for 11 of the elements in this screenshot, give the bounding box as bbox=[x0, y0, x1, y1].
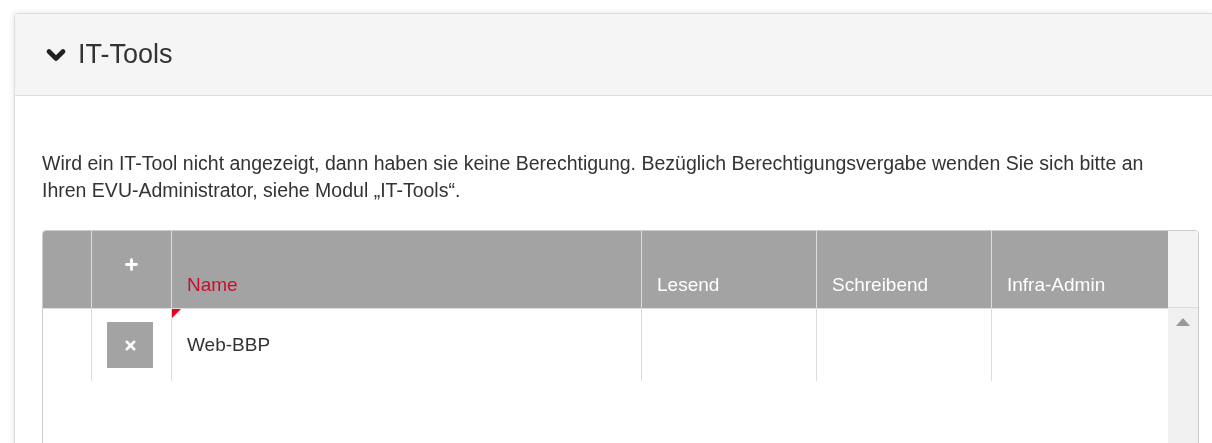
name-text: Web-BBP bbox=[187, 334, 271, 356]
column-header[interactable]: Lesend bbox=[641, 231, 816, 308]
scroll-up-icon[interactable] bbox=[1176, 318, 1190, 326]
notice-text: Wird ein IT-Tool nicht angezeigt, dann haben sie keine Berechtigung. Bezüglich Berechtigungsvergabe wenden Sie sich bitte an Ihren EVU-Administrator, siehe Modul „IT-Tools“. bbox=[42, 151, 1145, 203]
add-icon[interactable] bbox=[123, 256, 140, 273]
scrollbar[interactable] bbox=[1168, 308, 1198, 443]
delete-button[interactable] bbox=[107, 322, 153, 368]
column-header[interactable]: Name bbox=[171, 231, 641, 308]
panel-title: IT-Tools bbox=[78, 39, 173, 70]
column-header[interactable]: Infra-Admin bbox=[991, 231, 1168, 308]
column-header[interactable]: Schreibend bbox=[816, 231, 991, 308]
